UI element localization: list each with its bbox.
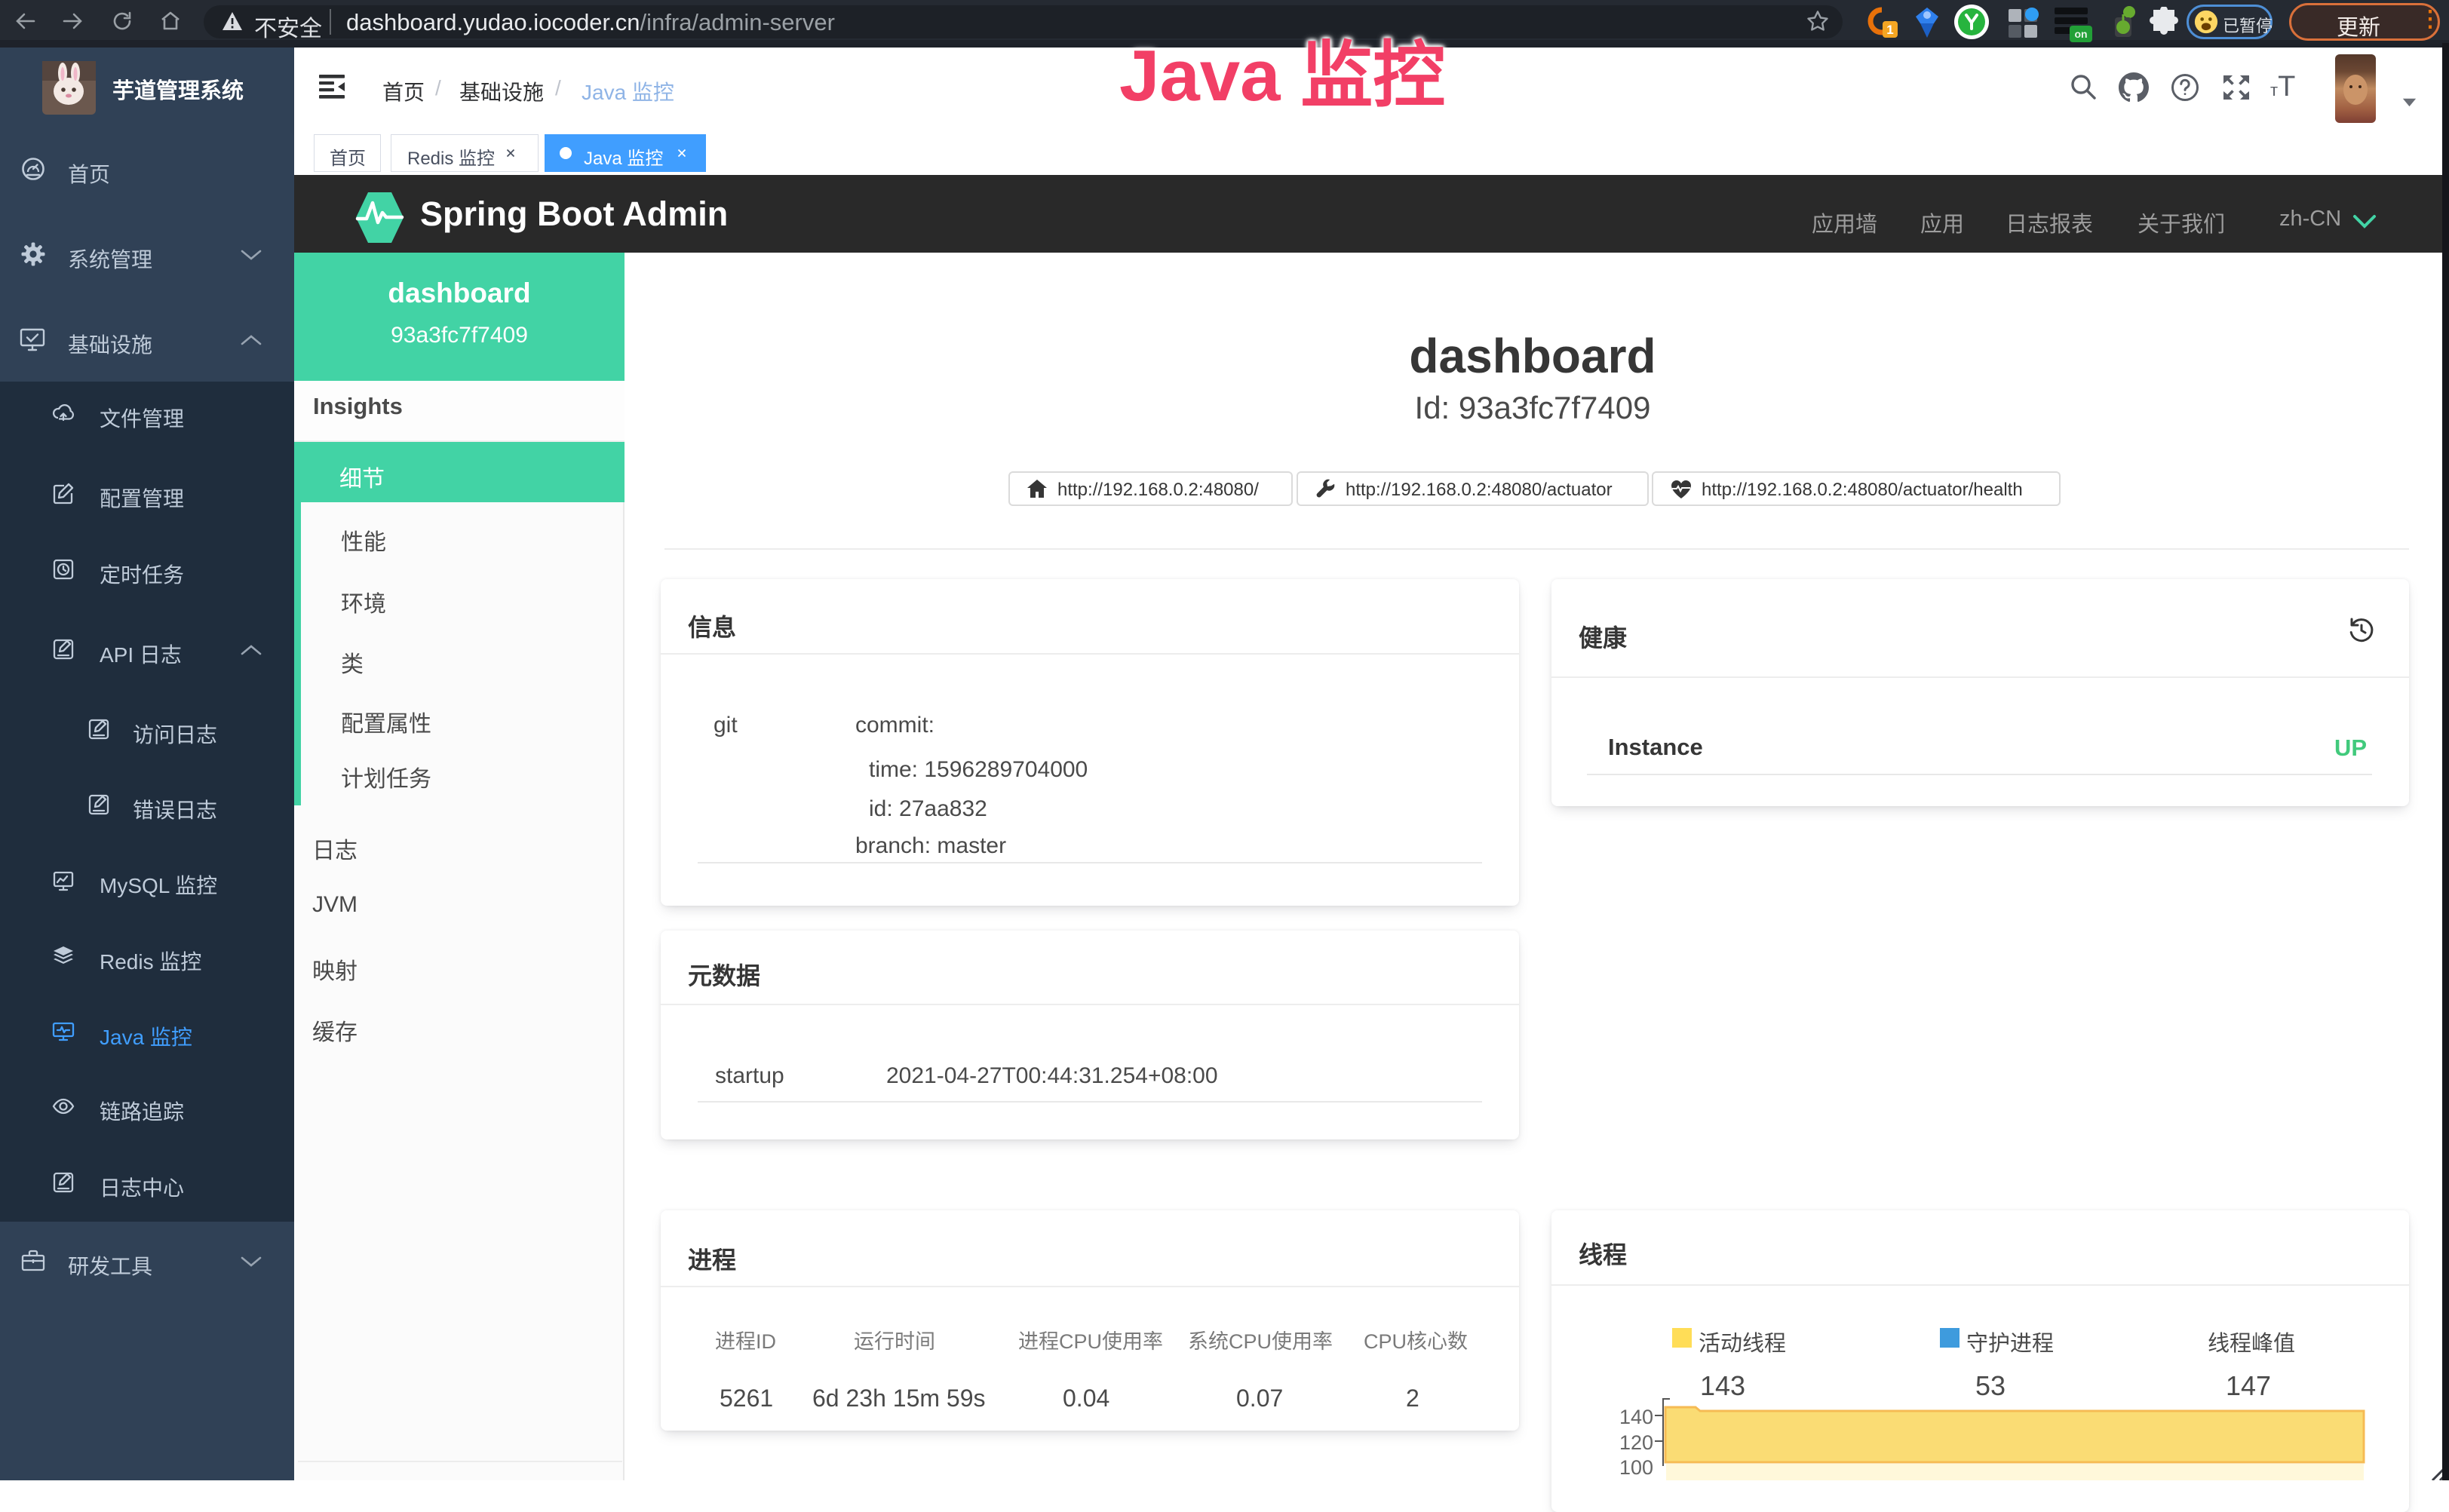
svg-text:on: on	[2074, 28, 2087, 40]
svg-text:1: 1	[1886, 23, 1893, 37]
